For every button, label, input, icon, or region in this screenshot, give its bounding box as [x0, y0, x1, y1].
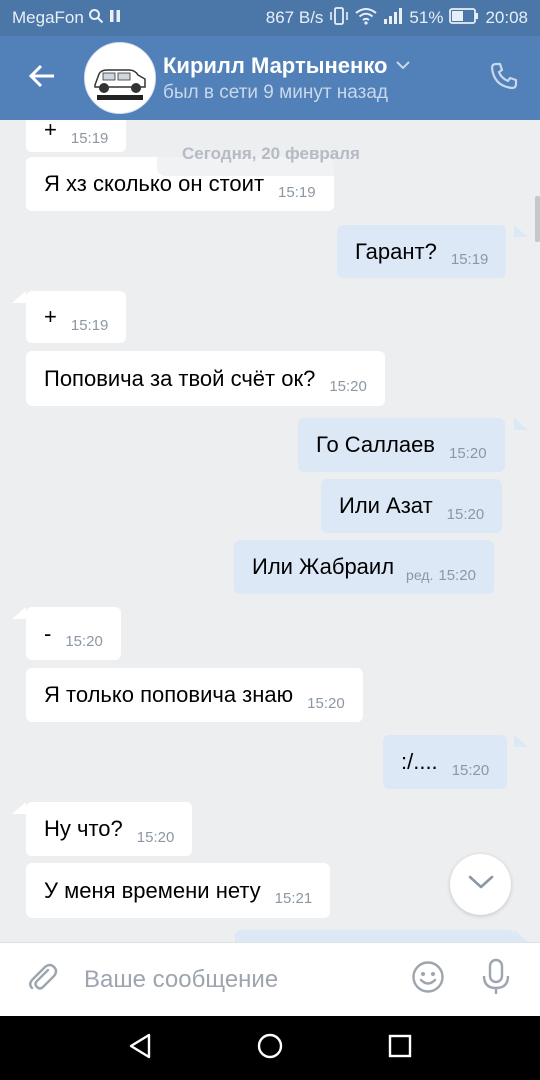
message-bubble-outgoing[interactable]: Или Азат 15:20 [321, 479, 503, 533]
message-time: 15:20 [438, 566, 476, 584]
message-time: 15:20 [65, 633, 103, 650]
message-bubble-outgoing[interactable]: Гарант? 15:19 [337, 225, 507, 278]
pause-icon [108, 8, 122, 28]
battery-percent: 51% [409, 8, 444, 27]
message-time: 15:21 [274, 890, 313, 907]
contact-status: был в сети 9 минут назад [163, 81, 389, 103]
scroll-indicator[interactable] [535, 196, 540, 242]
message-text: Или Азат [339, 493, 433, 518]
message-text: У меня времени нету [44, 877, 261, 903]
message-time: 15:19 [450, 251, 489, 268]
back-arrow-icon [28, 64, 56, 93]
message-text: Я только поповича знаю [44, 682, 294, 707]
message-time: 15:19 [70, 316, 109, 334]
bubble-tail [514, 225, 528, 237]
nav-back-icon [127, 1032, 153, 1065]
nav-home-icon [256, 1032, 284, 1065]
message-text: :/.... [401, 749, 438, 774]
wifi-icon [355, 7, 378, 30]
chevron-down-icon [395, 57, 410, 75]
message-bubble-incoming[interactable]: + 15:19 [26, 291, 127, 343]
message-bubble-outgoing[interactable]: :/.... 15:20 [383, 735, 508, 789]
contact-info[interactable]: Кирилл Мартыненко был в сети 9 минут наз… [163, 53, 410, 104]
message-time: 15:19 [70, 129, 109, 147]
message-time: 15:19 [278, 183, 316, 201]
bubble-tail [514, 930, 528, 942]
signal-icon [383, 7, 403, 29]
vibrate-icon [329, 6, 349, 30]
emoji-button[interactable] [404, 943, 452, 1017]
message-input[interactable] [84, 949, 404, 1010]
message-time: 15:20 [136, 828, 175, 846]
message-bubble-incoming[interactable]: Я только поповича знаю 15:20 [26, 668, 363, 722]
back-button[interactable] [0, 36, 84, 120]
status-bar: MegaFon 867 B/s 51% 20:08 [0, 0, 540, 36]
message-bubble-incoming[interactable]: Поповича за твой счёт ок? 15:20 [26, 351, 385, 406]
message-bubble-incoming[interactable]: + 15:19 [26, 120, 127, 152]
date-separator: Сегодня, 20 февраля [157, 132, 385, 176]
message-text: Или Жабраил [252, 554, 395, 579]
message-time: 15:20 [329, 378, 367, 395]
edited-label: ред. [406, 567, 434, 583]
attach-icon [26, 961, 58, 998]
network-speed: 867 B/s [265, 8, 324, 27]
nav-home-button[interactable] [250, 1028, 290, 1068]
mic-icon [481, 958, 511, 1001]
message-composer [0, 942, 540, 1016]
message-text: Ну что? [44, 816, 123, 841]
message-list[interactable]: + 15:19 Я хз сколько он стоит 15:19 Сего… [0, 120, 540, 942]
message-text: - [44, 620, 52, 646]
call-button[interactable] [486, 60, 522, 96]
clock: 20:08 [485, 8, 528, 27]
search-icon [88, 8, 104, 29]
message-text: + [44, 304, 57, 329]
carrier-label: MegaFon [12, 8, 84, 27]
contact-name: Кирилл Мартыненко [163, 52, 388, 78]
chevron-down-icon [468, 874, 494, 895]
chat-header: Кирилл Мартыненко был в сети 9 минут наз… [0, 36, 540, 120]
message-time: 15:20 [307, 694, 345, 712]
bubble-tail [514, 418, 528, 430]
message-text: Гарант? [355, 238, 437, 264]
message-bubble-incoming[interactable]: У меня времени нету 15:21 [26, 863, 331, 918]
message-text: + [44, 120, 57, 142]
battery-icon [449, 7, 479, 29]
bubble-tail [12, 291, 26, 303]
message-text: Поповича за твой счёт ок? [44, 365, 316, 391]
message-bubble-outgoing[interactable]: Го Саллаев 15:20 [298, 418, 505, 472]
nav-recents-button[interactable] [380, 1028, 420, 1068]
message-bubble-outgoing-partial[interactable] [235, 930, 514, 942]
phone-icon [490, 62, 518, 95]
voice-message-button[interactable] [472, 943, 520, 1017]
avatar[interactable] [84, 42, 156, 114]
system-nav-bar [0, 1016, 540, 1080]
message-bubble-outgoing[interactable]: Или Жабраил ред. 15:20 [234, 540, 494, 594]
message-time: 15:20 [449, 444, 487, 462]
message-time: 15:20 [446, 505, 485, 523]
bubble-tail [12, 607, 26, 619]
bubble-tail [12, 802, 26, 814]
bubble-tail [514, 735, 528, 747]
message-bubble-incoming[interactable]: Ну что? 15:20 [26, 802, 193, 856]
message-bubble-incoming[interactable]: - 15:20 [26, 607, 121, 660]
nav-back-button[interactable] [120, 1028, 160, 1068]
scroll-down-button[interactable] [450, 854, 511, 915]
nav-recents-icon [387, 1033, 413, 1064]
message-text: Го Саллаев [316, 432, 435, 457]
message-time: 15:20 [451, 761, 490, 779]
emoji-icon [411, 960, 445, 999]
attach-button[interactable] [0, 943, 84, 1017]
